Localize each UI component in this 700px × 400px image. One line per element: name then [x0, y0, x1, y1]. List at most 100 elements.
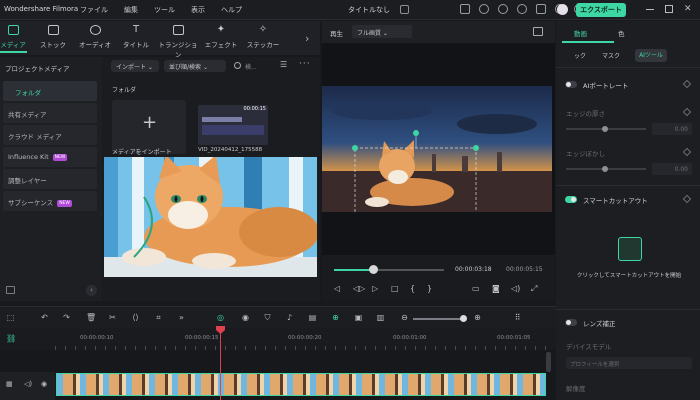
step-back-icon[interactable]: ◁▷: [353, 284, 365, 293]
maximize-icon[interactable]: [665, 5, 673, 13]
scrub-handle[interactable]: [368, 265, 378, 274]
search-icon[interactable]: [234, 62, 241, 69]
monitor-icon[interactable]: [460, 4, 470, 14]
menu-tools[interactable]: ツール: [154, 5, 175, 15]
timeline-scrollbar[interactable]: [546, 352, 551, 372]
mark-out-icon[interactable]: }: [427, 284, 432, 293]
zoom-out-icon[interactable]: ⊖: [400, 313, 409, 322]
link-icon[interactable]: ⛓: [6, 334, 16, 343]
smart-cutout-toggle[interactable]: [565, 196, 577, 203]
zoom-in-icon[interactable]: ⊕: [473, 313, 482, 322]
menu-file[interactable]: ファイル: [80, 5, 108, 15]
sidebar-item-folder[interactable]: フォルダ: [3, 81, 97, 101]
preview-frame[interactable]: [322, 86, 552, 212]
minimize-icon[interactable]: [646, 5, 654, 10]
layout-icon[interactable]: ▥: [376, 313, 385, 322]
playhead[interactable]: [220, 329, 221, 400]
sidebar-item-subsequence[interactable]: サブシーケンス NEW: [3, 191, 97, 211]
redo-icon[interactable]: ↷: [62, 313, 71, 322]
lens-correction-toggle[interactable]: [565, 319, 577, 326]
video-clip[interactable]: [56, 373, 546, 396]
monitor-icon[interactable]: ▭: [472, 284, 480, 293]
smart-cutout-icon[interactable]: [618, 237, 642, 261]
chevron-right-icon[interactable]: ›: [305, 32, 309, 45]
sidebar-item-adjustment-layer[interactable]: 調整レイヤー: [3, 169, 97, 189]
crop-icon[interactable]: ⌗: [154, 313, 163, 322]
tab-audio[interactable]: オーディオ: [75, 25, 115, 49]
mark-in-icon[interactable]: {: [410, 284, 415, 293]
prev-frame-icon[interactable]: ◁: [334, 284, 340, 293]
grid-icon[interactable]: [536, 4, 546, 14]
save-icon[interactable]: [400, 5, 409, 14]
split-icon[interactable]: ⟨⟩: [131, 313, 140, 322]
subtab-mask[interactable]: マスク: [602, 51, 620, 60]
close-icon[interactable]: ✕: [684, 5, 692, 14]
sidebar-item-shared-media[interactable]: 共有メディア: [3, 103, 97, 123]
delete-icon[interactable]: 🗑: [86, 313, 96, 322]
camera-icon[interactable]: ◙: [492, 284, 500, 293]
ai-tool-icon[interactable]: ◎: [216, 313, 225, 322]
sidebar-item-influence-kit[interactable]: Influence Kit NEW: [3, 147, 97, 167]
play-icon[interactable]: ▷: [372, 284, 378, 293]
keyframe-icon[interactable]: [682, 194, 692, 204]
zoom-slider-handle[interactable]: [460, 315, 467, 322]
video-thumbnail[interactable]: 00:00:15: [198, 105, 268, 145]
scissors-icon[interactable]: ✂: [108, 313, 117, 322]
export-button[interactable]: エクスポート: [576, 3, 626, 17]
select-tool-icon[interactable]: ⬚: [6, 313, 15, 322]
ai-portrait-toggle[interactable]: [565, 81, 577, 88]
tab-stickers[interactable]: ✧ ステッカー: [243, 25, 283, 50]
more-tools-icon[interactable]: »: [177, 313, 186, 322]
menu-help[interactable]: ヘルプ: [221, 5, 242, 15]
record-icon[interactable]: ◉: [241, 313, 250, 322]
menu-edit[interactable]: 編集: [124, 5, 138, 15]
keyframe-icon[interactable]: [682, 79, 692, 89]
volume-icon[interactable]: ◁): [511, 284, 520, 293]
slider-handle[interactable]: [602, 126, 608, 132]
headset-icon[interactable]: [517, 4, 527, 14]
tab-video[interactable]: 動画: [574, 28, 587, 38]
collapse-icon[interactable]: ‹: [86, 285, 97, 296]
lightbulb-icon[interactable]: [479, 4, 489, 14]
edge-thickness-value[interactable]: 0.00: [652, 123, 692, 135]
tab-effects[interactable]: ✦ エフェクト: [201, 25, 241, 50]
microphone-icon[interactable]: ♪: [285, 313, 294, 322]
avatar[interactable]: [557, 4, 568, 15]
snapshot-icon[interactable]: [533, 27, 543, 36]
sort-dropdown[interactable]: 並び順/検索 ⌄: [164, 60, 226, 72]
more-icon[interactable]: ···: [299, 59, 311, 69]
undo-icon[interactable]: ↶: [40, 313, 49, 322]
device-profile-dropdown[interactable]: プロフィールを選択: [566, 357, 692, 369]
grid-view-icon[interactable]: ⠿: [513, 313, 522, 322]
keyframe-icon[interactable]: [682, 107, 692, 117]
new-folder-icon[interactable]: [6, 286, 15, 294]
tab-transitions[interactable]: トランジション: [158, 25, 198, 59]
sidebar-item-cloud-media[interactable]: クラウド メディア: [3, 125, 97, 145]
search-input[interactable]: 検...: [245, 62, 257, 71]
stop-icon[interactable]: □: [391, 284, 399, 293]
pip-icon[interactable]: ▣: [354, 313, 363, 322]
keyframe-icon[interactable]: [682, 147, 692, 157]
menu-view[interactable]: 表示: [191, 5, 205, 15]
tab-color[interactable]: 色: [618, 28, 625, 38]
cloud-upload-icon[interactable]: [498, 4, 508, 14]
slider-handle[interactable]: [602, 166, 608, 172]
edge-feather-value[interactable]: 0.00: [652, 163, 692, 175]
fullscreen-icon[interactable]: ⤢: [531, 284, 537, 294]
snap-icon[interactable]: ⊕: [331, 313, 340, 322]
tab-stock[interactable]: ストック: [33, 25, 73, 49]
subtab-ai-tools[interactable]: AIツール: [635, 49, 667, 62]
filter-icon[interactable]: ☰: [280, 60, 287, 69]
quality-dropdown[interactable]: フル画質 ⌄: [352, 25, 412, 38]
eye-icon[interactable]: ◉: [41, 380, 47, 388]
subtab-basic[interactable]: ック: [574, 51, 586, 60]
caption-icon[interactable]: ▤: [308, 313, 317, 322]
zoom-slider[interactable]: [413, 318, 463, 320]
tab-titles[interactable]: T タイトル: [116, 25, 156, 50]
import-media-tile[interactable]: +: [112, 100, 186, 154]
import-dropdown[interactable]: インポート ⌄: [111, 60, 159, 72]
timeline-ruler[interactable]: ⛓ 00:00:00:10 00:00:00:15 00:00:00:20 00…: [0, 328, 556, 350]
shield-icon[interactable]: ⛉: [263, 313, 272, 322]
tab-media[interactable]: メディア: [0, 25, 33, 53]
audio-icon[interactable]: ◁): [24, 380, 32, 388]
